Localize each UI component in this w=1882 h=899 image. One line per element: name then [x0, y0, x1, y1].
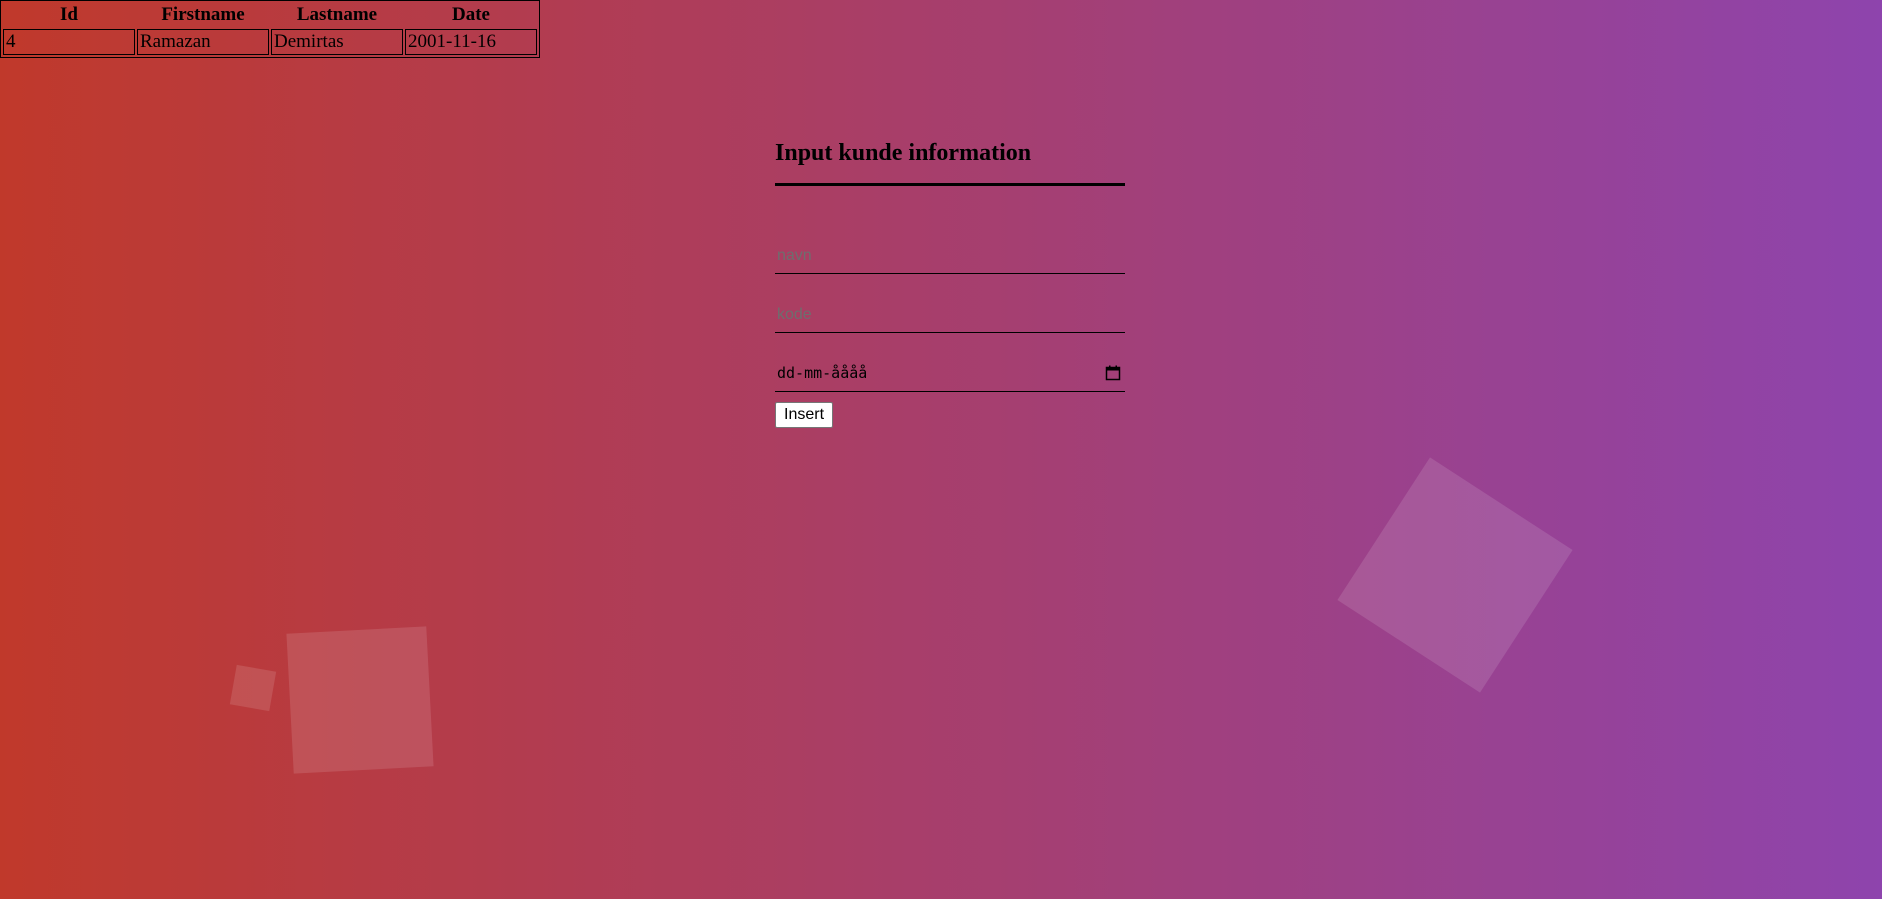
cell-firstname: Ramazan — [137, 29, 269, 55]
name-input[interactable] — [775, 238, 1125, 274]
table-row: 4 Ramazan Demirtas 2001-11-16 — [3, 29, 537, 55]
calendar-icon[interactable] — [1105, 365, 1121, 381]
customer-table: Id Firstname Lastname Date 4 Ramazan Dem… — [0, 0, 540, 58]
cell-lastname: Demirtas — [271, 29, 403, 55]
table-header-row: Id Firstname Lastname Date — [3, 3, 537, 27]
decorative-square — [1337, 457, 1573, 693]
date-input[interactable]: dd-mm-åååå — [775, 356, 1125, 392]
column-header-id: Id — [60, 4, 78, 25]
code-input[interactable] — [775, 297, 1125, 333]
form-title: Input kunde information — [775, 136, 1125, 186]
cell-date: 2001-11-16 — [405, 29, 537, 55]
customer-form: Input kunde information dd-mm-åååå Inser… — [775, 136, 1125, 428]
insert-button[interactable]: Insert — [775, 402, 834, 428]
decorative-square — [286, 626, 434, 774]
cell-id: 4 — [3, 29, 135, 55]
decorative-square — [229, 664, 277, 712]
column-header-date: Date — [452, 4, 490, 25]
date-placeholder: dd-mm-åååå — [777, 364, 868, 382]
column-header-lastname: Lastname — [296, 4, 378, 25]
column-header-firstname: Firstname — [161, 4, 245, 25]
